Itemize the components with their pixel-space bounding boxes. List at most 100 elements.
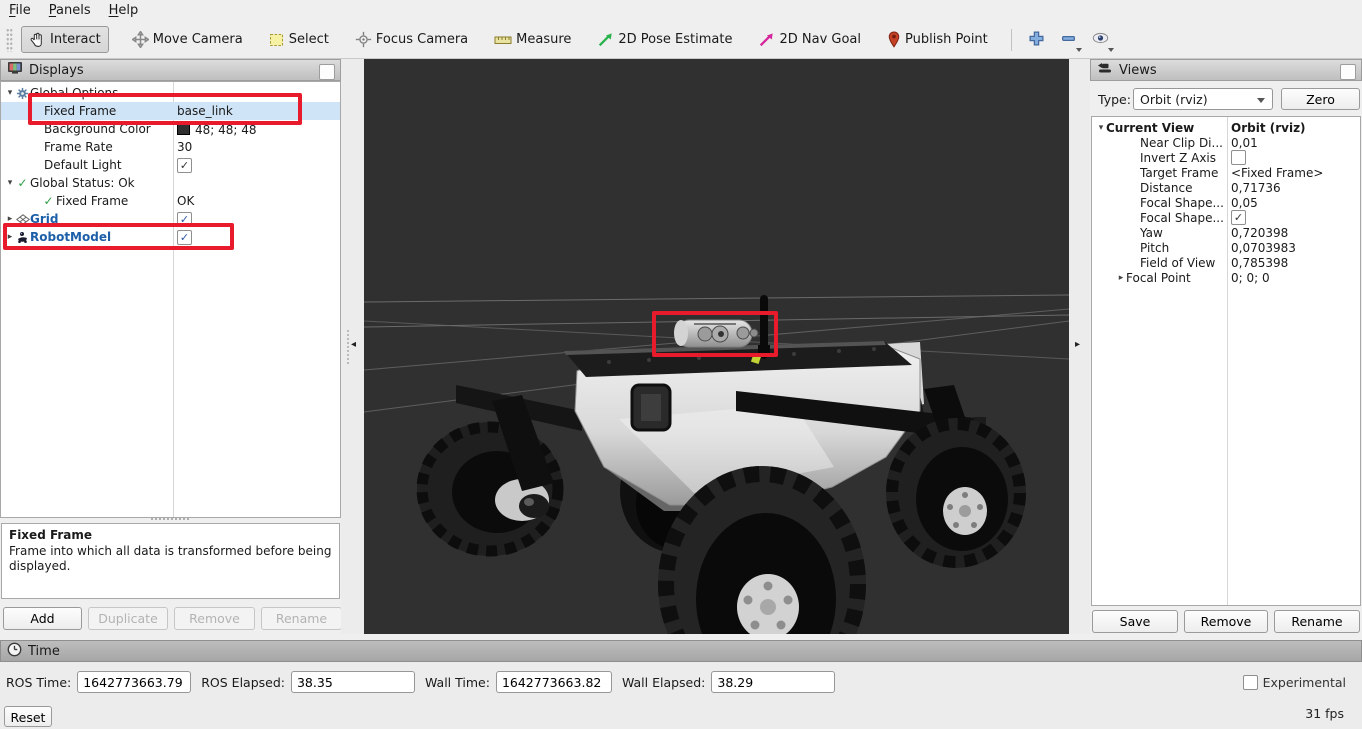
menu-panels[interactable]: Panels — [40, 1, 100, 20]
experimental-toggle[interactable]: Experimental — [1243, 675, 1346, 690]
tool-2d-nav-goal-button[interactable]: 2D Nav Goal — [751, 27, 868, 52]
experimental-checkbox[interactable] — [1243, 675, 1258, 690]
wall-elapsed-input[interactable] — [711, 671, 835, 693]
duplicate-button[interactable]: Duplicate — [88, 607, 168, 630]
right-panel-splitter[interactable]: ▸ — [1069, 59, 1090, 634]
add-button[interactable]: Add — [3, 607, 82, 630]
ros-time-input[interactable] — [77, 671, 191, 693]
row-label: Fixed Frame — [56, 194, 128, 208]
row-value[interactable]: 0,01 — [1231, 136, 1258, 150]
expander-expanded-icon[interactable]: ▾ — [1096, 123, 1106, 133]
row-value[interactable]: 0,720398 — [1231, 226, 1288, 240]
tree-row-field-of-view[interactable]: Field of View 0,785398 — [1092, 255, 1360, 270]
tool-label: Focus Camera — [376, 32, 468, 47]
expander-expanded-icon[interactable]: ▾ — [5, 178, 15, 188]
tree-row-frame-rate[interactable]: Frame Rate 30 — [1, 138, 340, 156]
tool-label: Measure — [516, 32, 571, 47]
views-camera-icon — [1097, 62, 1113, 78]
tree-row-focal-shape-size[interactable]: Focal Shape... 0,05 — [1092, 195, 1360, 210]
ros-elapsed-label: ROS Elapsed: — [201, 675, 285, 690]
row-label: Focal Shape... — [1140, 211, 1224, 225]
menu-file[interactable]: File — [0, 1, 40, 20]
menu-help[interactable]: Help — [100, 1, 148, 20]
row-value[interactable]: 0,0703983 — [1231, 241, 1296, 255]
save-button[interactable]: Save — [1092, 610, 1178, 633]
left-panel-splitter[interactable]: ◂ — [341, 59, 364, 634]
map-pin-icon — [887, 31, 901, 48]
collapse-left-arrow-icon[interactable]: ◂ — [351, 339, 356, 350]
add-tool-button[interactable] — [1024, 27, 1050, 53]
wall-time-input[interactable] — [496, 671, 612, 693]
default-light-checkbox[interactable]: ✓ — [177, 158, 192, 173]
invert-z-checkbox[interactable] — [1231, 150, 1246, 165]
remove-button[interactable]: Remove — [174, 607, 255, 630]
toolbar-separator — [1011, 29, 1012, 51]
panel-float-button[interactable] — [319, 64, 335, 80]
row-label: Distance — [1140, 181, 1192, 195]
time-fields: ROS Time: ROS Elapsed: Wall Time: Wall E… — [6, 671, 835, 693]
row-value[interactable]: 0,05 — [1231, 196, 1258, 210]
panel-title: Views — [1119, 63, 1157, 78]
row-label: Target Frame — [1140, 166, 1218, 180]
tool-visibility-button[interactable] — [1088, 27, 1114, 53]
tree-row-focal-point[interactable]: ▸ Focal Point 0; 0; 0 — [1092, 270, 1360, 285]
panel-float-button[interactable] — [1340, 64, 1356, 80]
views-tree: ▾ Current View Orbit (rviz) Near Clip Di… — [1091, 116, 1361, 606]
zero-button[interactable]: Zero — [1281, 88, 1360, 110]
tree-row-target-frame[interactable]: Target Frame <Fixed Frame> — [1092, 165, 1360, 180]
row-value[interactable]: <Fixed Frame> — [1231, 166, 1323, 180]
row-label: Focal Point — [1126, 271, 1191, 285]
time-panel-header[interactable]: Time — [0, 640, 1362, 662]
tool-2d-pose-estimate-button[interactable]: 2D Pose Estimate — [590, 27, 739, 52]
tree-row-yaw[interactable]: Yaw 0,720398 — [1092, 225, 1360, 240]
remove-button[interactable]: Remove — [1184, 610, 1268, 633]
row-label: Global Status: Ok — [30, 176, 135, 190]
row-value[interactable]: 0,785398 — [1231, 256, 1288, 270]
expander-expanded-icon[interactable]: ▾ — [5, 88, 15, 98]
tool-label: Interact — [50, 32, 101, 47]
toolbar-drag-handle[interactable] — [6, 28, 13, 52]
tool-measure-button[interactable]: Measure — [487, 28, 578, 51]
view-type-dropdown[interactable]: Orbit (rviz) — [1133, 88, 1273, 110]
tree-row-pitch[interactable]: Pitch 0,0703983 — [1092, 240, 1360, 255]
rename-button[interactable]: Rename — [261, 607, 342, 630]
tree-row-current-view[interactable]: ▾ Current View Orbit (rviz) — [1092, 120, 1360, 135]
reset-button[interactable]: Reset — [4, 706, 52, 727]
row-value[interactable]: 0; 0; 0 — [1231, 271, 1270, 285]
tool-select-button[interactable]: Select — [262, 28, 336, 52]
focal-shape-checkbox[interactable]: ✓ — [1231, 210, 1246, 225]
row-label: Default Light — [44, 158, 122, 172]
row-value[interactable]: 0,71736 — [1231, 181, 1281, 195]
ros-elapsed-input[interactable] — [291, 671, 415, 693]
views-panel-header[interactable]: Views — [1090, 59, 1362, 81]
green-arrow-icon — [597, 31, 614, 48]
tool-publish-point-button[interactable]: Publish Point — [880, 27, 995, 52]
collapse-right-arrow-icon[interactable]: ▸ — [1075, 339, 1080, 350]
row-label: Field of View — [1140, 256, 1215, 270]
ruler-icon — [494, 33, 512, 47]
tree-row-near-clip[interactable]: Near Clip Di... 0,01 — [1092, 135, 1360, 150]
panel-splitter-handle[interactable] — [150, 517, 190, 522]
chevron-down-icon — [1257, 98, 1265, 103]
frame-rate-value[interactable]: 30 — [177, 140, 192, 154]
row-label: Frame Rate — [44, 140, 113, 154]
tree-row-global-status[interactable]: ▾ ✓ Global Status: Ok — [1, 174, 340, 192]
tree-row-default-light[interactable]: Default Light ✓ — [1, 156, 340, 174]
tool-label: 2D Pose Estimate — [618, 32, 732, 47]
tree-row-fixed-frame-status[interactable]: ✓ Fixed Frame OK — [1, 192, 340, 210]
crosshair-icon — [355, 31, 372, 48]
tool-interact-button[interactable]: Interact — [21, 26, 109, 53]
displays-buttons: Add Duplicate Remove Rename — [3, 607, 342, 630]
tree-row-focal-shape-fixed[interactable]: Focal Shape... ✓ — [1092, 210, 1360, 225]
tool-move-camera-button[interactable]: Move Camera — [125, 27, 250, 52]
tree-row-invert-z[interactable]: Invert Z Axis — [1092, 150, 1360, 165]
view-type-row: Type: Orbit (rviz) Zero — [1090, 86, 1362, 112]
rename-button[interactable]: Rename — [1274, 610, 1360, 633]
displays-panel-header[interactable]: Displays — [0, 59, 341, 81]
expander-collapsed-icon[interactable]: ▸ — [1116, 273, 1126, 283]
tree-row-distance[interactable]: Distance 0,71736 — [1092, 180, 1360, 195]
tool-focus-camera-button[interactable]: Focus Camera — [348, 27, 475, 52]
ros-time-label: ROS Time: — [6, 675, 71, 690]
remove-tool-button[interactable] — [1056, 27, 1082, 53]
row-value: Orbit (rviz) — [1231, 121, 1306, 135]
